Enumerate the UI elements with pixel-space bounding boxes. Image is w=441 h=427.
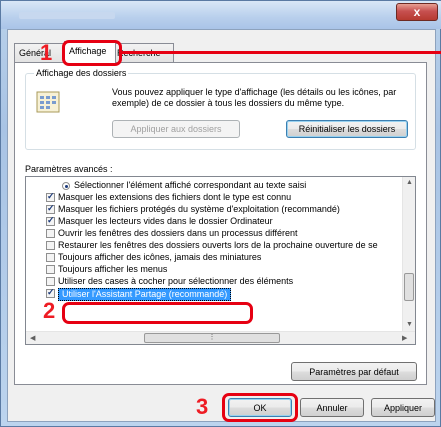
checkbox[interactable] — [46, 253, 55, 262]
vertical-scroll-thumb[interactable] — [404, 273, 414, 301]
list-item-label: Utiliser des cases à cocher pour sélecti… — [58, 276, 294, 286]
checkbox[interactable] — [46, 229, 55, 238]
reset-folders-button[interactable]: Réinitialiser les dossiers — [286, 120, 408, 138]
callout-line — [122, 51, 441, 54]
scroll-left-icon[interactable]: ◀ — [30, 334, 35, 342]
vertical-scrollbar[interactable]: ▲ ▼ — [402, 177, 415, 332]
list-item-label: Toujours afficher les menus — [58, 264, 168, 274]
checkbox[interactable] — [46, 191, 55, 202]
close-button[interactable]: x — [396, 3, 438, 21]
folder-view-icon — [36, 91, 60, 113]
checkbox[interactable] — [46, 277, 55, 286]
window-title-redacted — [19, 12, 115, 19]
callout-highlight-ok — [222, 393, 298, 422]
callout-number-1: 1 — [40, 40, 53, 65]
horizontal-scroll-thumb[interactable]: ⋮ — [144, 333, 280, 343]
restore-defaults-button[interactable]: Paramètres par défaut — [291, 362, 417, 381]
callout-number-3: 3 — [196, 394, 209, 419]
folder-view-group: Affichage des dossiers Vous pouvez appli… — [25, 68, 416, 150]
checkbox[interactable] — [46, 215, 55, 226]
title-bar[interactable]: x — [1, 1, 441, 29]
list-item-label: Masquer les fichiers protégés du système… — [58, 204, 340, 214]
folder-view-legend: Affichage des dossiers — [34, 68, 129, 78]
callout-highlight-sharing-wizard — [62, 302, 253, 324]
tab-general[interactable]: Général — [14, 43, 64, 63]
list-item-label: Restaurer les fenêtres des dossiers ouve… — [58, 240, 378, 250]
apply-button[interactable]: Appliquer — [371, 398, 435, 417]
advanced-settings-label: Paramètres avancés : — [25, 164, 113, 174]
apply-to-folders-button[interactable]: Appliquer aux dossiers — [112, 120, 240, 138]
horizontal-scrollbar[interactable]: ◀ ⋮ ▶ — [26, 331, 415, 344]
callout-highlight-view-tab — [62, 40, 122, 66]
view-tab-panel: Affichage des dossiers Vous pouvez appli… — [14, 62, 427, 385]
cancel-button[interactable]: Annuler — [300, 398, 364, 417]
list-item-label: Ouvrir les fenêtres des dossiers dans un… — [58, 228, 298, 238]
checkbox[interactable] — [46, 203, 55, 214]
checkbox[interactable] — [46, 241, 55, 250]
list-item-label: Utiliser l'Assistant Partage (recommandé… — [58, 288, 232, 301]
checkbox[interactable] — [46, 287, 55, 298]
folder-view-description: Vous pouvez appliquer le type d'affichag… — [112, 87, 397, 108]
scroll-right-icon[interactable]: ▶ — [402, 334, 407, 342]
list-item-label: Toujours afficher des icônes, jamais des… — [58, 252, 262, 262]
list-item-label: Sélectionner l'élément affiché correspon… — [74, 180, 307, 190]
scroll-up-icon[interactable]: ▲ — [406, 179, 413, 186]
callout-number-2: 2 — [43, 298, 56, 323]
scroll-down-icon[interactable]: ▼ — [406, 321, 413, 328]
list-item-label: Masquer les lecteurs vides dans le dossi… — [58, 216, 273, 226]
list-item-label: Masquer les extensions des fichiers dont… — [58, 192, 292, 202]
radio-button[interactable] — [62, 182, 70, 190]
checkbox[interactable] — [46, 265, 55, 274]
